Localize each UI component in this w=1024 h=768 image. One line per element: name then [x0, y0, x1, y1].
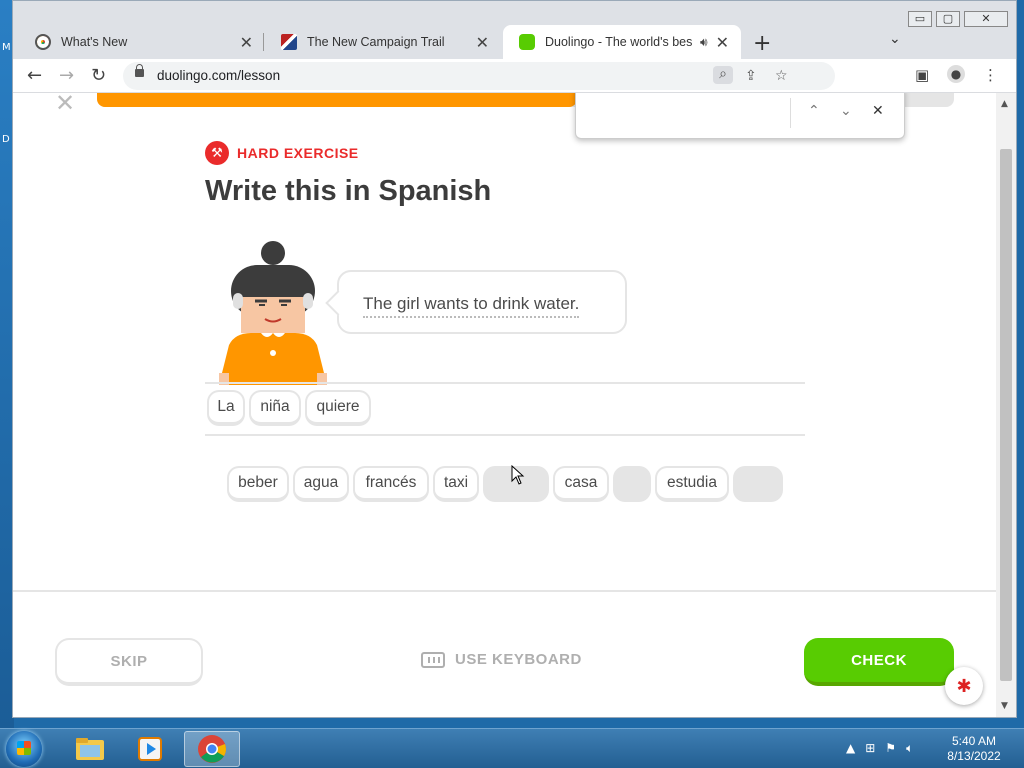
scroll-up-arrow-icon[interactable]: ▲	[1001, 99, 1008, 109]
keyboard-icon	[421, 651, 445, 668]
badge-label: HARD EXERCISE	[237, 145, 359, 161]
network-icon[interactable]: ⊞	[865, 741, 875, 756]
side-panel-icon[interactable]: ▣	[915, 66, 929, 84]
word-bank-chip[interactable]: beber	[227, 466, 289, 502]
word-bank-chip[interactable]: taxi	[433, 466, 479, 502]
close-tab-icon[interactable]: ✕	[240, 33, 253, 52]
clock-time: 5:40 AM	[951, 734, 997, 748]
tab-campaign-trail[interactable]: The New Campaign Trail ✕	[265, 25, 501, 59]
start-button[interactable]	[6, 731, 42, 767]
new-tab-button[interactable]: +	[753, 31, 771, 56]
system-tray: ▲ ⊞ ⚑ 🔈︎	[846, 741, 913, 756]
url-text: duolingo.com/lesson	[157, 68, 281, 83]
tab-label: Duolingo - The world's best	[545, 35, 693, 49]
media-player-icon	[138, 737, 162, 761]
menu-kebab-icon[interactable]: ⋮	[983, 66, 998, 84]
taskbar-clock[interactable]: 5:40 AM 8/13/2022	[942, 734, 1006, 764]
browser-toolbar: ← → ↻ duolingo.com/lesson ⌕ ⇪ ☆ ▣ ● ⋮	[13, 59, 1016, 93]
profile-avatar-icon[interactable]: ●	[947, 65, 965, 83]
tab-separator	[263, 33, 264, 51]
word-bank-chip[interactable]: estudia	[655, 466, 729, 502]
lock-icon	[135, 64, 144, 77]
speech-bubble: The girl wants to drink water.	[337, 270, 627, 334]
speaker-icon[interactable]: 🔊︎	[700, 35, 708, 50]
skip-button[interactable]: SKIP	[55, 638, 203, 686]
find-next-icon[interactable]: ⌄	[840, 103, 852, 119]
tab-whats-new[interactable]: What's New ✕	[19, 25, 265, 59]
bug-report-icon[interactable]: ✱	[945, 667, 983, 705]
use-keyboard-button[interactable]: USE KEYBOARD	[421, 651, 582, 668]
duolingo-icon	[519, 34, 535, 50]
answer-word-chip[interactable]: La	[207, 390, 245, 426]
find-close-icon[interactable]: ✕	[872, 103, 884, 119]
tab-strip: ▭ ▢ ✕ What's New ✕ The New Campaign Trai…	[13, 1, 1016, 59]
tab-label: The New Campaign Trail	[307, 35, 445, 49]
find-input[interactable]	[584, 100, 784, 128]
address-bar[interactable]: duolingo.com/lesson ⌕ ⇪ ☆	[123, 62, 835, 90]
maximize-button[interactable]: ▢	[936, 11, 960, 27]
windows-taskbar: ▲ ⊞ ⚑ 🔈︎ 5:40 AM 8/13/2022	[0, 728, 1024, 768]
word-bank-chip[interactable]: agua	[293, 466, 349, 502]
back-arrow-icon[interactable]: ←	[27, 65, 42, 86]
desktop-icon-letter: D	[2, 134, 10, 145]
footer-divider	[13, 590, 996, 592]
forward-arrow-icon[interactable]: →	[59, 65, 74, 86]
reload-icon[interactable]: ↻	[91, 65, 106, 86]
use-keyboard-label: USE KEYBOARD	[455, 651, 582, 668]
find-in-page-icon[interactable]: ⌕	[713, 66, 733, 84]
minimize-button[interactable]: ▭	[908, 11, 932, 27]
flag-icon	[281, 34, 297, 50]
character-illustration	[219, 241, 327, 385]
find-bar: ⌃ ⌄ ✕	[575, 93, 905, 139]
close-tab-icon[interactable]: ✕	[716, 33, 729, 52]
close-tab-icon[interactable]: ✕	[476, 33, 489, 52]
bookmark-star-icon[interactable]: ☆	[775, 68, 788, 84]
browser-window: ▭ ▢ ✕ What's New ✕ The New Campaign Trai…	[12, 0, 1017, 718]
page-title: Write this in Spanish	[205, 175, 492, 207]
chrome-icon	[35, 34, 51, 50]
check-button[interactable]: CHECK	[804, 638, 954, 686]
dumbbell-icon: ⚒	[205, 141, 229, 165]
find-previous-icon[interactable]: ⌃	[808, 103, 820, 119]
answer-word-chip[interactable]: niña	[249, 390, 301, 426]
find-separator	[790, 98, 791, 128]
tab-search-chevron-icon[interactable]: ⌄	[889, 31, 901, 47]
window-controls: ▭ ▢ ✕	[908, 11, 1008, 27]
taskbar-chrome[interactable]	[184, 731, 240, 767]
taskbar-media-player[interactable]	[122, 731, 178, 767]
share-icon[interactable]: ⇪	[745, 68, 757, 84]
tab-label: What's New	[61, 35, 128, 49]
mouse-cursor-icon	[511, 465, 525, 485]
prompt-sentence[interactable]: The girl wants to drink water.	[363, 294, 580, 318]
close-window-button[interactable]: ✕	[964, 11, 1008, 27]
word-bank-chip[interactable]: francés	[353, 466, 429, 502]
clock-date: 8/13/2022	[947, 749, 1001, 763]
explorer-icon	[76, 738, 104, 760]
page-scrollbar[interactable]: ▲ ▼	[996, 93, 1016, 717]
scrollbar-thumb[interactable]	[1000, 149, 1012, 681]
word-bank-chip[interactable]: casa	[553, 466, 609, 502]
desktop-icon-letter: M	[2, 42, 11, 53]
hard-exercise-badge: ⚒ HARD EXERCISE	[205, 141, 359, 165]
answer-line-top	[205, 382, 805, 384]
lesson-progress-fill	[97, 93, 577, 107]
volume-icon[interactable]: 🔈︎	[906, 741, 913, 756]
close-lesson-icon[interactable]: ✕	[55, 93, 75, 117]
word-bank-empty-slot	[733, 466, 783, 502]
answer-word-chip[interactable]: quiere	[305, 390, 371, 426]
tab-duolingo[interactable]: Duolingo - The world's best 🔊︎ ✕	[503, 25, 741, 59]
flag-alert-icon[interactable]: ⚑	[885, 741, 896, 756]
word-bank-empty-slot	[613, 466, 651, 502]
page-viewport: ✕ ⌃ ⌄ ✕ ⚒ HARD EXERCISE Write this in Sp…	[13, 93, 996, 717]
show-hidden-icons-icon[interactable]: ▲	[846, 741, 855, 756]
taskbar-explorer[interactable]	[62, 731, 118, 767]
scroll-down-arrow-icon[interactable]: ▼	[1001, 701, 1008, 711]
answer-line-bottom	[205, 434, 805, 436]
chrome-icon	[198, 735, 226, 763]
